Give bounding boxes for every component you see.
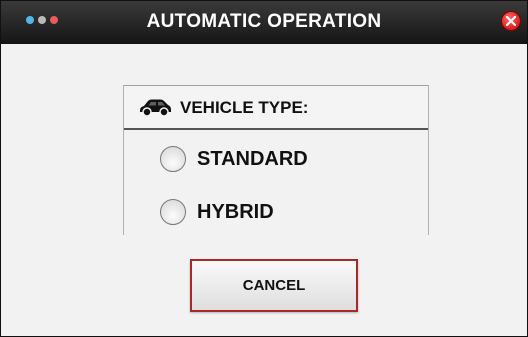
dialog-window: AUTOMATIC OPERATION VEHICLE TYPE: STANDA…: [0, 0, 528, 337]
title-bar[interactable]: AUTOMATIC OPERATION: [1, 1, 527, 44]
option-standard[interactable]: STANDARD: [160, 142, 410, 176]
vehicle-type-panel: VEHICLE TYPE: STANDARD HYBRID: [123, 85, 429, 235]
close-button[interactable]: [501, 11, 521, 31]
close-icon: [506, 16, 516, 26]
radio-standard[interactable]: [160, 146, 186, 172]
window-title: AUTOMATIC OPERATION: [146, 11, 382, 32]
car-icon: [140, 99, 171, 117]
panel-header: VEHICLE TYPE:: [124, 85, 428, 130]
option-hybrid[interactable]: HYBRID: [160, 195, 410, 229]
panel-title: VEHICLE TYPE:: [180, 98, 309, 117]
radio-hybrid[interactable]: [160, 199, 186, 225]
cancel-button[interactable]: CANCEL: [190, 259, 358, 312]
option-label: STANDARD: [197, 147, 308, 170]
option-label: HYBRID: [197, 200, 274, 223]
